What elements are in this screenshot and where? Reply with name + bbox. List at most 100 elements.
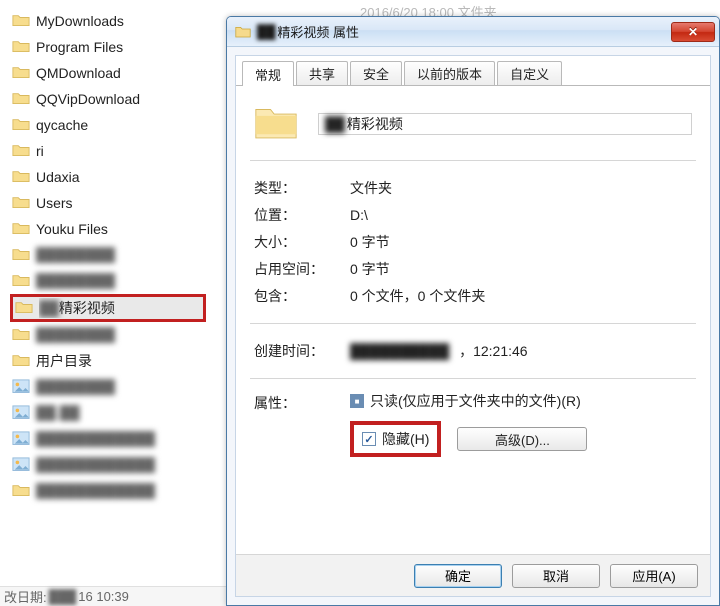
image-icon [12,405,30,421]
size-on-disk-value: 0 字节 [350,259,692,279]
folder-icon [12,143,30,159]
list-item[interactable]: ████████████ [10,478,240,504]
folder-name-input[interactable]: ██ 精彩视频 [318,113,692,135]
list-item-label: ████████ [36,247,115,263]
folder-icon [12,221,30,237]
list-item-label: ████████ [36,379,115,395]
dialog-body: 常规 共享 安全 以前的版本 自定义 ██ 精彩视频 类型： [235,55,711,597]
checkbox-icon [350,394,364,408]
status-date-blur: ███ [49,589,77,604]
list-item[interactable]: QQVipDownload [10,86,240,112]
list-item[interactable]: Udaxia [10,164,240,190]
tab-security[interactable]: 安全 [350,61,402,85]
status-bar: 改日期: ███ 16 10:39 [0,586,240,606]
list-item-label: Udaxia [36,169,80,185]
folder-icon [12,353,30,369]
folder-icon [12,273,30,289]
explorer-file-list: MyDownloads Program Files QMDownload QQVipD… [0,0,240,606]
folder-icon [12,65,30,81]
list-item-label: ri [36,143,44,159]
list-item-label: MyDownloads [36,13,124,29]
highlight-box: 隐藏(H) [350,421,441,457]
list-item[interactable]: ██.██ [10,400,240,426]
location-label: 位置： [254,205,350,225]
list-item[interactable]: ri [10,138,240,164]
folder-icon [12,483,30,499]
folder-icon [254,104,298,144]
tab-customize[interactable]: 自定义 [497,61,562,85]
list-item-label: 用户目录 [36,351,92,371]
list-item[interactable]: QMDownload [10,60,240,86]
size-on-disk-label: 占用空间： [254,259,350,279]
image-icon [12,379,30,395]
folder-icon [12,247,30,263]
list-item-label: Youku Files [36,221,108,237]
list-item[interactable]: MyDownloads [10,8,240,34]
list-item[interactable]: ████████████ [10,452,240,478]
size-value: 0 字节 [350,232,692,252]
titlebar[interactable]: ██ 精彩视频 属性 ✕ [227,17,719,47]
dialog-title: ██ 精彩视频 属性 [257,22,359,41]
ok-button[interactable]: 确定 [414,564,502,588]
readonly-checkbox[interactable]: 只读(仅应用于文件夹中的文件)(R) [350,391,692,411]
list-item[interactable]: Program Files [10,34,240,60]
list-item-label: ████████ [36,273,115,289]
folder-icon [235,25,251,39]
list-item[interactable]: Users [10,190,240,216]
status-prefix: 改日期: [4,587,47,606]
tab-previous-versions[interactable]: 以前的版本 [404,61,495,85]
list-item-label: ██.██ [36,405,80,421]
advanced-button[interactable]: 高级(D)... [457,427,587,451]
type-value: 文件夹 [350,178,692,198]
apply-button[interactable]: 应用(A) [610,564,698,588]
list-item[interactable]: qycache [10,112,240,138]
size-label: 大小： [254,232,350,252]
list-item[interactable]: Youku Files [10,216,240,242]
list-item-label: Program Files [36,39,123,55]
list-item-label: ████████████ [36,457,155,473]
status-date-suffix: 16 10:39 [78,589,129,604]
list-item-label: ████████████ [36,431,155,447]
list-item[interactable]: ██精彩视频 [10,294,206,322]
list-item-label: qycache [36,117,88,133]
list-item[interactable]: ████████ [10,268,240,294]
folder-icon [15,300,33,316]
list-item[interactable]: ████████ [10,374,240,400]
created-value: ██████████ ，12:21:46 [350,341,692,361]
properties-dialog: ██ 精彩视频 属性 ✕ 常规 共享 安全 以前的版本 自定义 [226,16,720,606]
folder-icon [12,327,30,343]
attributes-label: 属性： [254,391,350,413]
close-icon: ✕ [688,25,698,39]
list-item-label: QMDownload [36,65,121,81]
list-item[interactable]: 用户目录 [10,348,240,374]
close-button[interactable]: ✕ [671,22,715,42]
tab-content: ██ 精彩视频 类型： 文件夹 位置： D:\ 大小： 0 字节 占用空间： 0… [236,86,710,469]
checkbox-icon [362,432,376,446]
cancel-button[interactable]: 取消 [512,564,600,588]
list-item[interactable]: ████████████ [10,426,240,452]
image-icon [12,431,30,447]
list-item[interactable]: ████████ [10,322,240,348]
list-item[interactable]: ████████ [10,242,240,268]
folder-icon [12,195,30,211]
created-label: 创建时间： [254,341,350,361]
folder-icon [12,39,30,55]
folder-icon [12,169,30,185]
image-icon [12,457,30,473]
tab-strip: 常规 共享 安全 以前的版本 自定义 [236,56,710,86]
type-label: 类型： [254,178,350,198]
list-item-label: ████████ [36,327,115,343]
contains-value: 0 个文件，0 个文件夹 [350,286,692,306]
folder-icon [12,13,30,29]
folder-name-row: ██ 精彩视频 [250,98,696,161]
dialog-button-bar: 确定 取消 应用(A) [236,554,710,596]
location-value: D:\ [350,207,692,223]
list-item-label: ██精彩视频 [39,298,115,318]
readonly-checkbox-label: 只读(仅应用于文件夹中的文件)(R) [370,391,581,411]
list-item-label: Users [36,195,73,211]
hidden-checkbox[interactable]: 隐藏(H) [362,429,429,449]
contains-label: 包含： [254,286,350,306]
list-item-label: QQVipDownload [36,91,140,107]
tab-general[interactable]: 常规 [242,61,294,86]
tab-sharing[interactable]: 共享 [296,61,348,85]
